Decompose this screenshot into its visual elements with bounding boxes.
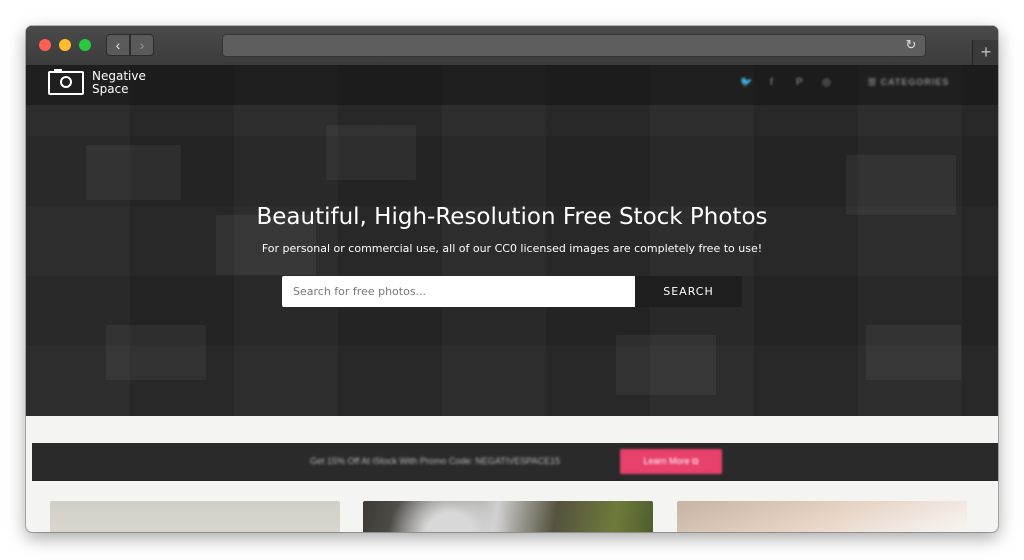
background-photo-tile xyxy=(326,125,416,180)
hero-title: Beautiful, High-Resolution Free Stock Ph… xyxy=(256,204,768,230)
site-header: Negative Space 🐦 f P ◎ ☰ CATEGORIES xyxy=(26,65,998,105)
hero-section: Negative Space 🐦 f P ◎ ☰ CATEGORIES Beau… xyxy=(26,65,998,416)
instagram-icon[interactable]: ◎ xyxy=(822,77,831,88)
back-button[interactable]: ‹ xyxy=(106,34,130,56)
browser-titlebar: ‹ › ↻ + xyxy=(26,26,998,66)
search-button[interactable]: SEARCH xyxy=(635,276,742,307)
page-viewport: Negative Space 🐦 f P ◎ ☰ CATEGORIES Beau… xyxy=(26,65,998,532)
logo-line-2: Space xyxy=(92,82,129,96)
background-photo-tile xyxy=(106,325,206,380)
categories-label: CATEGORIES xyxy=(880,77,950,87)
chevron-left-icon: ‹ xyxy=(115,37,121,53)
address-bar[interactable]: ↻ xyxy=(222,34,926,57)
photo-thumbnail-hand[interactable] xyxy=(677,501,967,532)
pinterest-icon[interactable]: P xyxy=(796,77,803,88)
new-tab-button[interactable]: + xyxy=(972,40,998,65)
background-photo-tile xyxy=(616,335,716,395)
close-window-button[interactable] xyxy=(39,39,51,51)
search-input[interactable] xyxy=(282,276,635,307)
hero-subtitle: For personal or commercial use, all of o… xyxy=(261,242,763,255)
external-link-icon: ⧉ xyxy=(692,456,699,466)
promo-text: Get 15% Off At iStock With Promo Code: N… xyxy=(310,456,561,466)
background-photo-tile xyxy=(86,145,181,200)
zoom-window-button[interactable] xyxy=(79,39,91,51)
photo-thumbnail-waterfall[interactable] xyxy=(363,501,653,532)
camera-logo-icon[interactable] xyxy=(48,69,84,95)
chevron-right-icon: › xyxy=(139,37,145,53)
learn-more-button[interactable]: Learn More ⧉ xyxy=(620,449,722,474)
reload-icon[interactable]: ↻ xyxy=(903,37,919,53)
categories-menu[interactable]: ☰ CATEGORIES xyxy=(868,77,949,88)
plus-icon: + xyxy=(980,42,992,62)
promo-banner: Get 15% Off At iStock With Promo Code: N… xyxy=(32,443,998,481)
browser-window: ‹ › ↻ + Negative Space 🐦 f P ◎ ☰ CATEGOR… xyxy=(26,26,998,532)
forward-button[interactable]: › xyxy=(130,34,154,56)
twitter-icon[interactable]: 🐦 xyxy=(740,77,752,88)
background-photo-tile xyxy=(866,325,961,380)
minimize-window-button[interactable] xyxy=(59,39,71,51)
facebook-icon[interactable]: f xyxy=(770,77,773,88)
learn-more-label: Learn More xyxy=(643,456,690,466)
site-logo[interactable]: Negative Space xyxy=(92,70,146,96)
photo-thumbnail-sea[interactable] xyxy=(50,501,340,532)
